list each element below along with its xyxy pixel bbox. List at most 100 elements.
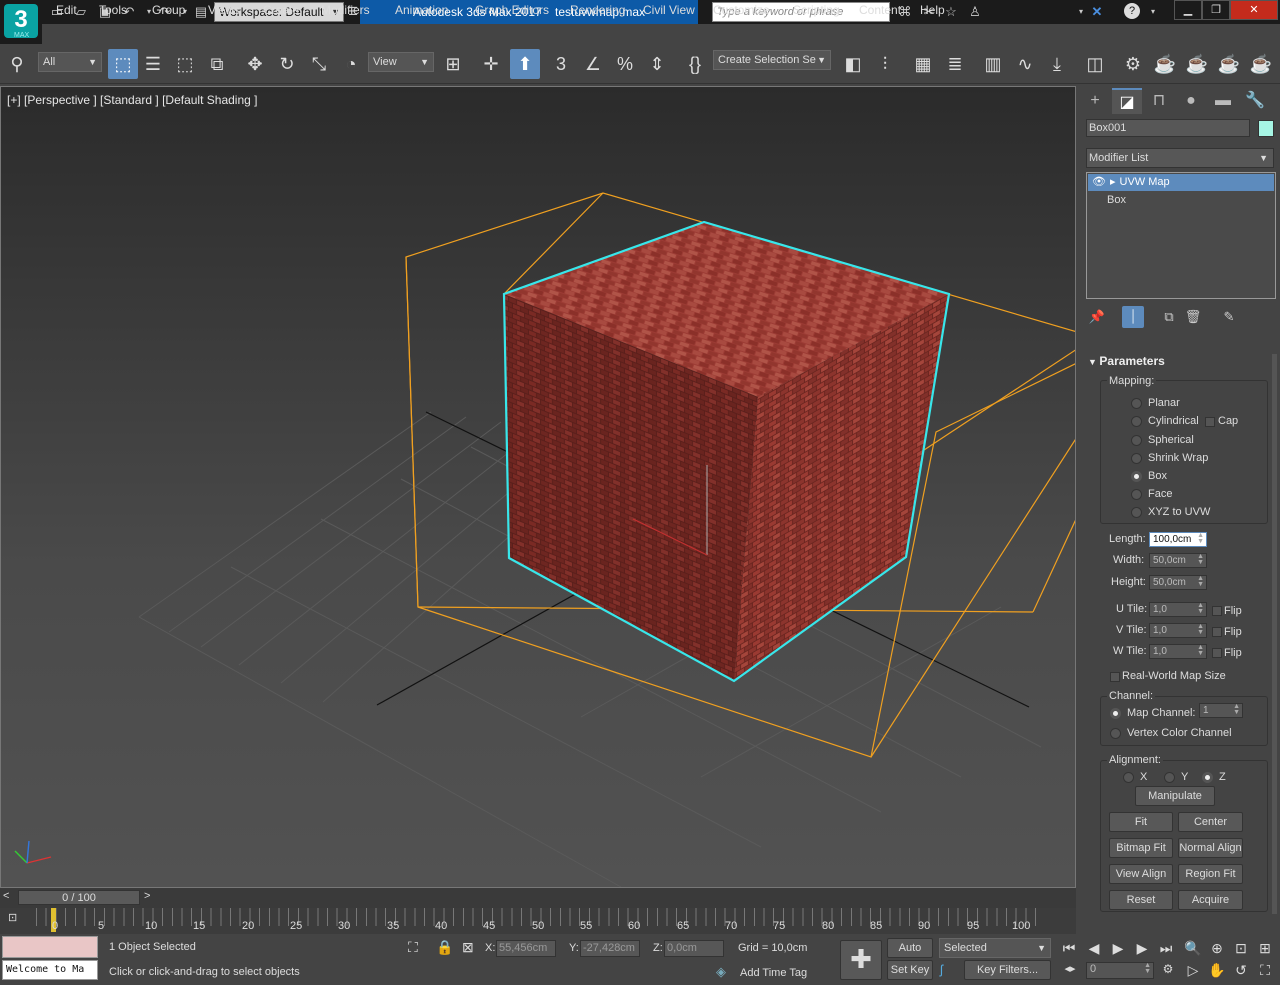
play-icon[interactable]: ▶ [1108,940,1128,957]
box-radio[interactable] [1131,471,1142,482]
menu-create[interactable]: Create [263,3,299,19]
menu-rendering[interactable]: Rendering [570,3,625,19]
set-key-big-icon[interactable]: ✚ [840,940,882,980]
place-icon[interactable]: ◔ [336,49,366,79]
spinner-arrows-icon[interactable]: ▲ ▼ [1233,703,1240,716]
go-to-start-icon[interactable]: ⏮ [1059,940,1079,957]
fit-button[interactable]: Fit [1109,812,1173,832]
scale-icon[interactable]: ⤡ [304,49,334,79]
spinner-arrows-icon[interactable]: ▲ ▼ [1197,644,1204,657]
menu-animation[interactable]: Animation [395,3,448,19]
previous-frame-icon[interactable]: ◀ [1084,940,1104,957]
reference-coord-dropdown[interactable]: View ▼ [368,52,434,72]
display-tab-icon[interactable]: ▬ [1208,88,1238,114]
select-manipulate-icon[interactable]: ✛ [476,49,506,79]
prev-frame-icon[interactable]: < [3,890,9,902]
move-icon[interactable]: ✥ [240,49,270,79]
make-unique-icon[interactable]: ⧉ [1158,306,1180,328]
set-key-button[interactable]: Set Key [887,960,933,980]
scene-explorer-icon[interactable]: ▦ [908,49,938,79]
panel-scrollbar[interactable] [1272,354,1277,914]
stack-item-box[interactable]: Box [1107,194,1126,206]
spinner-arrows-icon[interactable]: ▲ ▼ [1197,602,1204,615]
layer-explorer-icon[interactable]: ≣ [940,49,970,79]
manipulate-button[interactable]: Manipulate [1135,786,1215,806]
isolate-selection-icon[interactable]: ⛶ [408,939,418,956]
y-coord-field[interactable]: -27,428cm [580,940,640,957]
key-mode-dropdown[interactable]: Selected ▼ [939,938,1051,958]
x-coord-field[interactable]: 55,456cm [496,940,556,957]
render-iterative-icon[interactable]: ☕ [1214,49,1244,79]
pivot-center-icon[interactable]: ⊞ [438,49,468,79]
zoom-all-icon[interactable]: ⊕ [1207,940,1227,957]
shrink-wrap-radio[interactable] [1131,453,1142,464]
length-spinner[interactable]: 100,0cm ▲ ▼ [1149,532,1207,547]
v-tile-spinner[interactable]: 1,0 ▲ ▼ [1149,623,1207,638]
add-time-tag[interactable]: Add Time Tag [740,967,807,979]
link-icon[interactable]: ⚲ [2,49,32,79]
key-filters-button[interactable]: Key Filters... [964,960,1051,980]
current-frame-field[interactable]: 0 ▲ ▼ [1086,962,1154,979]
absolute-mode-icon[interactable]: ⊠ [462,939,474,956]
spherical-radio[interactable] [1131,435,1142,446]
menu-content[interactable]: Content [859,3,901,19]
mini-curve-editor-icon[interactable]: ⊡ [8,911,17,924]
normal-align-button[interactable]: Normal Align [1178,838,1243,858]
zoom-extents-all-icon[interactable]: ⊞ [1255,940,1275,957]
hierarchy-tab-icon[interactable]: ⊓ [1144,88,1174,114]
track-bar[interactable]: ⊡ 0 5 10 15 20 25 30 35 40 45 50 55 60 6… [0,908,1076,934]
remove-modifier-icon[interactable]: 🗑 [1182,306,1204,328]
spinner-snap-icon[interactable]: ⇕ [642,49,672,79]
show-end-result-icon[interactable]: ⏐ [1122,306,1144,328]
maxscript-input[interactable]: Welcome to Ma [2,960,98,980]
bitmap-fit-button[interactable]: Bitmap Fit [1109,838,1173,858]
perspective-viewport[interactable]: [+] [Perspective ] [Standard ] [Default … [0,86,1076,888]
align-z-radio[interactable] [1202,772,1213,783]
maxscript-listener-mini[interactable] [2,936,98,958]
map-channel-spinner[interactable]: 1 ▲ ▼ [1199,703,1243,718]
utilities-tab-icon[interactable]: 🔧 [1240,88,1270,114]
u-tile-spinner[interactable]: 1,0 ▲ ▼ [1149,602,1207,617]
real-world-map-size-checkbox[interactable] [1110,672,1120,682]
spinner-arrows-icon[interactable]: ▲ ▼ [1197,553,1204,566]
eye-icon[interactable]: 👁 [1088,176,1110,188]
schematic-view-icon[interactable]: ⤓ [1042,49,1072,79]
configure-modifier-sets-icon[interactable]: ✎ [1218,306,1240,328]
time-slider[interactable]: < 0 / 100 > [0,888,1076,908]
go-to-end-icon[interactable]: ⏭ [1156,940,1176,957]
viewport-label-menu[interactable]: [+] [Perspective ] [Standard ] [Default … [7,93,257,107]
maximize-viewport-icon[interactable]: ⛶ [1255,962,1275,979]
menu-edit[interactable]: Edit [56,3,77,19]
next-frame-icon[interactable]: > [144,890,150,902]
keyboard-shortcut-override-icon[interactable]: ⬆ [510,49,540,79]
stack-item-uvw-map[interactable]: 👁 ▸ UVW Map [1088,174,1274,191]
pin-stack-icon[interactable]: 📌 [1086,306,1108,328]
render-activeshade-icon[interactable]: ☕ [1246,49,1276,79]
view-align-button[interactable]: View Align [1109,864,1173,884]
create-tab-icon[interactable]: + [1080,88,1110,114]
snaps-toggle-icon[interactable]: 3 [546,49,576,79]
spinner-arrows-icon[interactable]: ▲ ▼ [1197,623,1204,636]
object-color-swatch[interactable] [1258,120,1274,137]
zoom-icon[interactable]: 🔍 [1183,940,1203,957]
render-production-icon[interactable]: ☕ [1182,49,1212,79]
selection-filter-dropdown[interactable]: All ▼ [38,52,102,72]
material-editor-icon[interactable]: ◫ [1080,49,1110,79]
help-dropdown-icon[interactable]: ▾ [1144,3,1162,21]
height-spinner[interactable]: 50,0cm ▲ ▼ [1149,575,1207,590]
vertex-color-radio[interactable] [1110,728,1121,739]
w-flip-checkbox[interactable] [1212,648,1222,658]
object-name-field[interactable]: Box001 [1086,119,1250,137]
default-in-out-tangent-icon[interactable]: ʃ [940,962,943,977]
cap-checkbox[interactable] [1205,417,1215,427]
z-coord-field[interactable]: 0,0cm [664,940,724,957]
expand-triangle-icon[interactable]: ▸ [1110,176,1120,188]
menu-civil-view[interactable]: Civil View [643,3,695,19]
time-slider-thumb[interactable]: 0 / 100 [18,890,140,905]
help-icon[interactable]: ? [1124,3,1140,19]
menu-modifiers[interactable]: Modifiers [321,3,370,19]
center-button[interactable]: Center [1178,812,1243,832]
menu-scripting[interactable]: Scripting [793,3,840,19]
planar-radio[interactable] [1131,398,1142,409]
next-frame-icon[interactable]: ▶ [1132,940,1152,957]
